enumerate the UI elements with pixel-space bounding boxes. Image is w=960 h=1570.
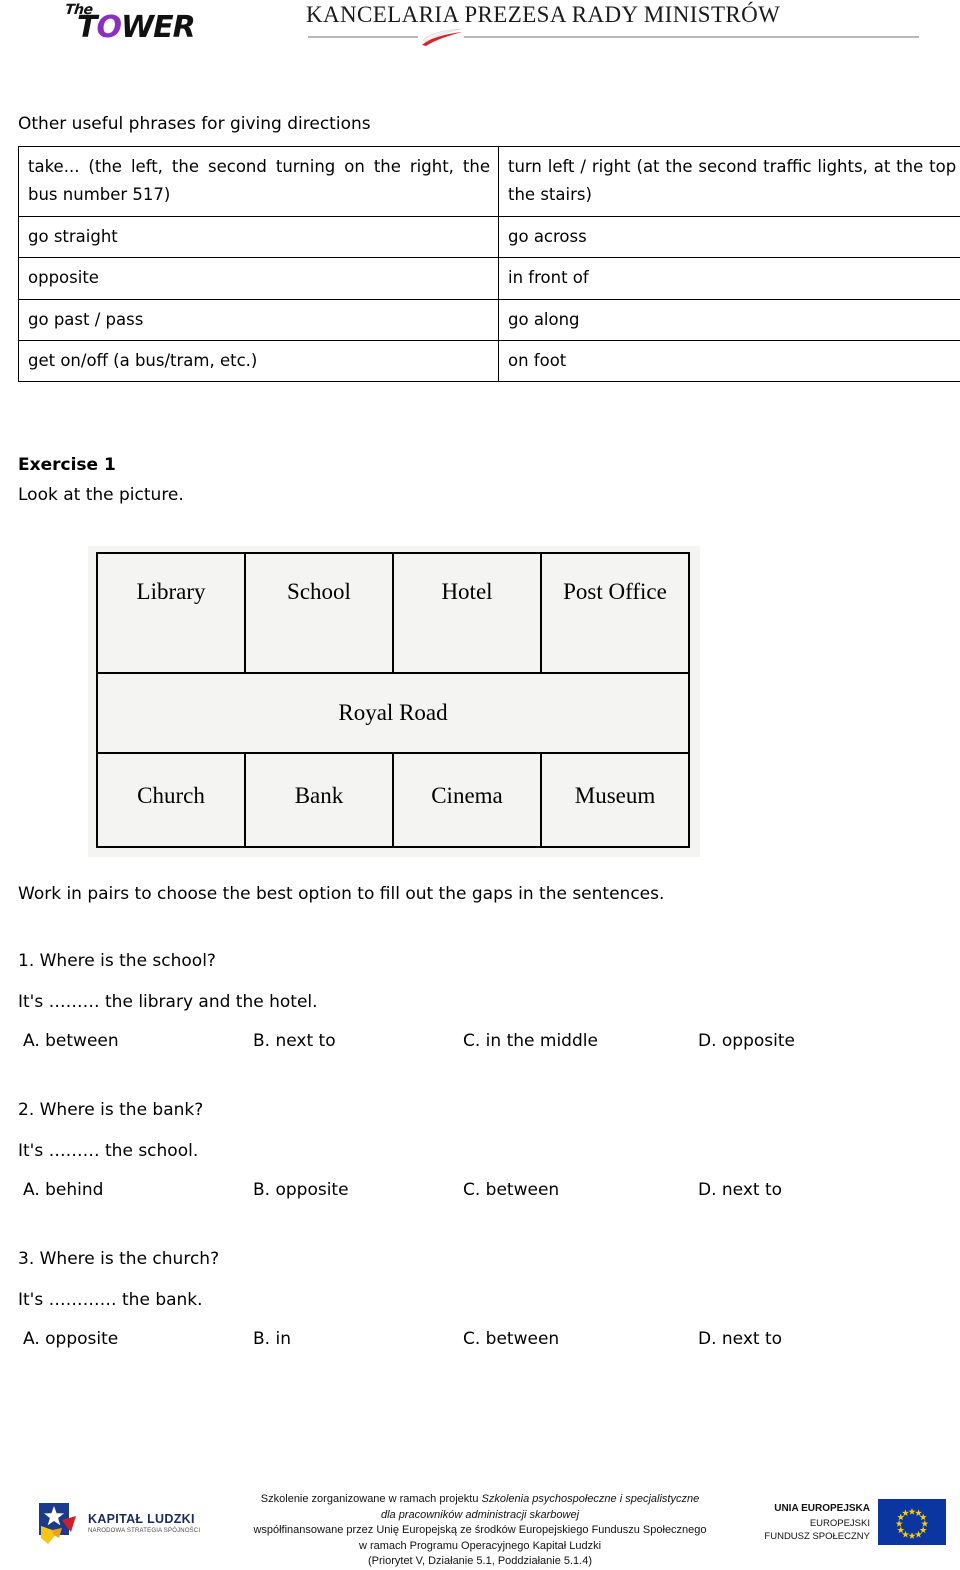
phrase-cell-right: go across bbox=[499, 216, 960, 257]
tower-logo-wer: WER bbox=[121, 10, 195, 45]
tower-logo-wordmark: TOWER bbox=[77, 13, 195, 43]
question-3: 3. Where is the church? It's ………… the ba… bbox=[18, 1249, 938, 1353]
map-post-office-line1: Post Office bbox=[563, 579, 667, 604]
map-building-museum: Museum bbox=[542, 754, 688, 846]
map-building-hotel: Hotel bbox=[394, 554, 542, 672]
eu-flag-stars bbox=[878, 1499, 946, 1545]
tower-logo-o: O bbox=[96, 10, 121, 45]
kapital-ludzki-star-icon bbox=[38, 1502, 82, 1546]
question-options: A. opposite B. in C. between D. next to bbox=[18, 1329, 938, 1353]
map-building-cinema: Cinema bbox=[394, 754, 542, 846]
table-row: take... (the left, the second turning on… bbox=[19, 147, 960, 217]
map-building-bank: Bank bbox=[246, 754, 394, 846]
question-prompt: 1. Where is the school? bbox=[18, 951, 938, 971]
street-map-inner: Library School Hotel Post Office Royal R… bbox=[96, 552, 690, 853]
question-prompt: 2. Where is the bank? bbox=[18, 1100, 938, 1120]
phrase-cell-right: on foot bbox=[499, 340, 960, 381]
option-a[interactable]: A. opposite bbox=[23, 1329, 118, 1349]
question-options: A. behind B. opposite C. between D. next… bbox=[18, 1180, 938, 1204]
option-a[interactable]: A. behind bbox=[23, 1180, 103, 1200]
phrase-cell-left: take... (the left, the second turning on… bbox=[19, 147, 499, 217]
kapital-ludzki-logo: KAPITAŁ LUDZKI NARODOWA STRATEGIA SPÓJNO… bbox=[38, 1500, 218, 1550]
phrase-cell-left: get on/off (a bus/tram, etc.) bbox=[19, 340, 499, 381]
question-sentence: It's ……… the school. bbox=[18, 1141, 938, 1161]
footer-line-4: w ramach Programu Operacyjnego Kapitał L… bbox=[218, 1539, 742, 1555]
phrase-cell-right: turn left / right (at the second traffic… bbox=[499, 147, 960, 217]
question-prompt: 3. Where is the church? bbox=[18, 1249, 938, 1269]
table-row: go past / pass go along bbox=[19, 299, 960, 340]
question-1: 1. Where is the school? It's ……… the lib… bbox=[18, 951, 938, 1055]
page-footer: KAPITAŁ LUDZKI NARODOWA STRATEGIA SPÓJNO… bbox=[0, 1486, 960, 1567]
map-building-school: School bbox=[246, 554, 394, 672]
street-map-figure: Library School Hotel Post Office Royal R… bbox=[88, 546, 700, 857]
kapital-ludzki-title: KAPITAŁ LUDZKI bbox=[88, 1512, 200, 1526]
eu-line-1: UNIA EUROPEJSKA bbox=[762, 1502, 870, 1517]
map-building-library: Library bbox=[98, 554, 246, 672]
footer-funding-text: Szkolenie zorganizowane w ramach projekt… bbox=[218, 1492, 742, 1570]
map-top-row: Library School Hotel Post Office bbox=[96, 552, 690, 674]
question-options: A. between B. next to C. in the middle D… bbox=[18, 1031, 938, 1055]
kprm-header-block: KANCELARIA PREZESA RADY MINISTRÓW bbox=[306, 0, 926, 55]
question-sentence: It's ………… the bank. bbox=[18, 1290, 938, 1310]
footer-line-1-plain: Szkolenie zorganizowane w ramach projekt… bbox=[261, 1493, 482, 1505]
phrase-cell-left: opposite bbox=[19, 258, 499, 299]
eu-logo-text: UNIA EUROPEJSKA EUROPEJSKI FUNDUSZ SPOŁE… bbox=[762, 1502, 870, 1544]
pairs-instruction: Work in pairs to choose the best option … bbox=[18, 884, 664, 904]
tower-logo: The TOWER bbox=[55, 2, 245, 48]
footer-line-5: (Priorytet V, Działanie 5.1, Poddziałani… bbox=[218, 1554, 742, 1570]
header-rule-left bbox=[308, 36, 418, 38]
eu-line-3: FUNDUSZ SPOŁECZNY bbox=[762, 1530, 870, 1544]
map-road-label: Royal Road bbox=[338, 700, 447, 726]
option-d[interactable]: D. next to bbox=[698, 1329, 782, 1349]
map-bottom-row: Church Bank Cinema Museum bbox=[96, 752, 690, 848]
question-sentence: It's ……… the library and the hotel. bbox=[18, 992, 938, 1012]
directions-phrases-table: take... (the left, the second turning on… bbox=[18, 146, 960, 382]
polish-flag-icon bbox=[419, 27, 465, 47]
map-road: Royal Road bbox=[96, 674, 690, 752]
question-2: 2. Where is the bank? It's ……… the schoo… bbox=[18, 1100, 938, 1204]
table-row: get on/off (a bus/tram, etc.) on foot bbox=[19, 340, 960, 381]
option-c[interactable]: C. between bbox=[463, 1180, 559, 1200]
map-building-post-office: Post Office bbox=[542, 554, 688, 672]
exercise-instruction: Look at the picture. bbox=[18, 485, 184, 505]
footer-line-3: współfinansowane przez Unię Europejską z… bbox=[218, 1523, 742, 1539]
option-d[interactable]: D. opposite bbox=[698, 1031, 795, 1051]
tower-logo-t: T bbox=[77, 10, 96, 45]
option-b[interactable]: B. opposite bbox=[253, 1180, 349, 1200]
option-d[interactable]: D. next to bbox=[698, 1180, 782, 1200]
footer-line-1: Szkolenie zorganizowane w ramach projekt… bbox=[218, 1492, 742, 1508]
phrase-cell-left: go past / pass bbox=[19, 299, 499, 340]
header-rule-right bbox=[464, 36, 919, 38]
option-b[interactable]: B. in bbox=[253, 1329, 291, 1349]
footer-line-1-italic: Szkolenia psychospołeczne i specjalistyc… bbox=[482, 1493, 700, 1505]
option-c[interactable]: C. between bbox=[463, 1329, 559, 1349]
phrase-cell-left: go straight bbox=[19, 216, 499, 257]
eu-line-2: EUROPEJSKI bbox=[762, 1517, 870, 1531]
table-row: go straight go across bbox=[19, 216, 960, 257]
eu-flag-icon bbox=[878, 1499, 946, 1545]
option-a[interactable]: A. between bbox=[23, 1031, 119, 1051]
kprm-title: KANCELARIA PREZESA RADY MINISTRÓW bbox=[306, 2, 780, 28]
option-b[interactable]: B. next to bbox=[253, 1031, 336, 1051]
map-building-church: Church bbox=[98, 754, 246, 846]
kapital-ludzki-text: KAPITAŁ LUDZKI NARODOWA STRATEGIA SPÓJNO… bbox=[88, 1512, 200, 1534]
kapital-ludzki-subtitle: NARODOWA STRATEGIA SPÓJNOŚCI bbox=[88, 1528, 200, 1534]
phrase-cell-right: in front of bbox=[499, 258, 960, 299]
footer-line-2: dla pracowników administracji skarbowej bbox=[218, 1508, 742, 1524]
option-c[interactable]: C. in the middle bbox=[463, 1031, 598, 1051]
exercise-heading: Exercise 1 bbox=[18, 455, 116, 475]
eu-logo: UNIA EUROPEJSKA EUROPEJSKI FUNDUSZ SPOŁE… bbox=[762, 1498, 948, 1550]
phrases-section-title: Other useful phrases for giving directio… bbox=[18, 114, 371, 134]
table-row: opposite in front of bbox=[19, 258, 960, 299]
phrase-cell-right: go along bbox=[499, 299, 960, 340]
page-header: The TOWER KANCELARIA PREZESA RADY MINIST… bbox=[0, 0, 960, 60]
